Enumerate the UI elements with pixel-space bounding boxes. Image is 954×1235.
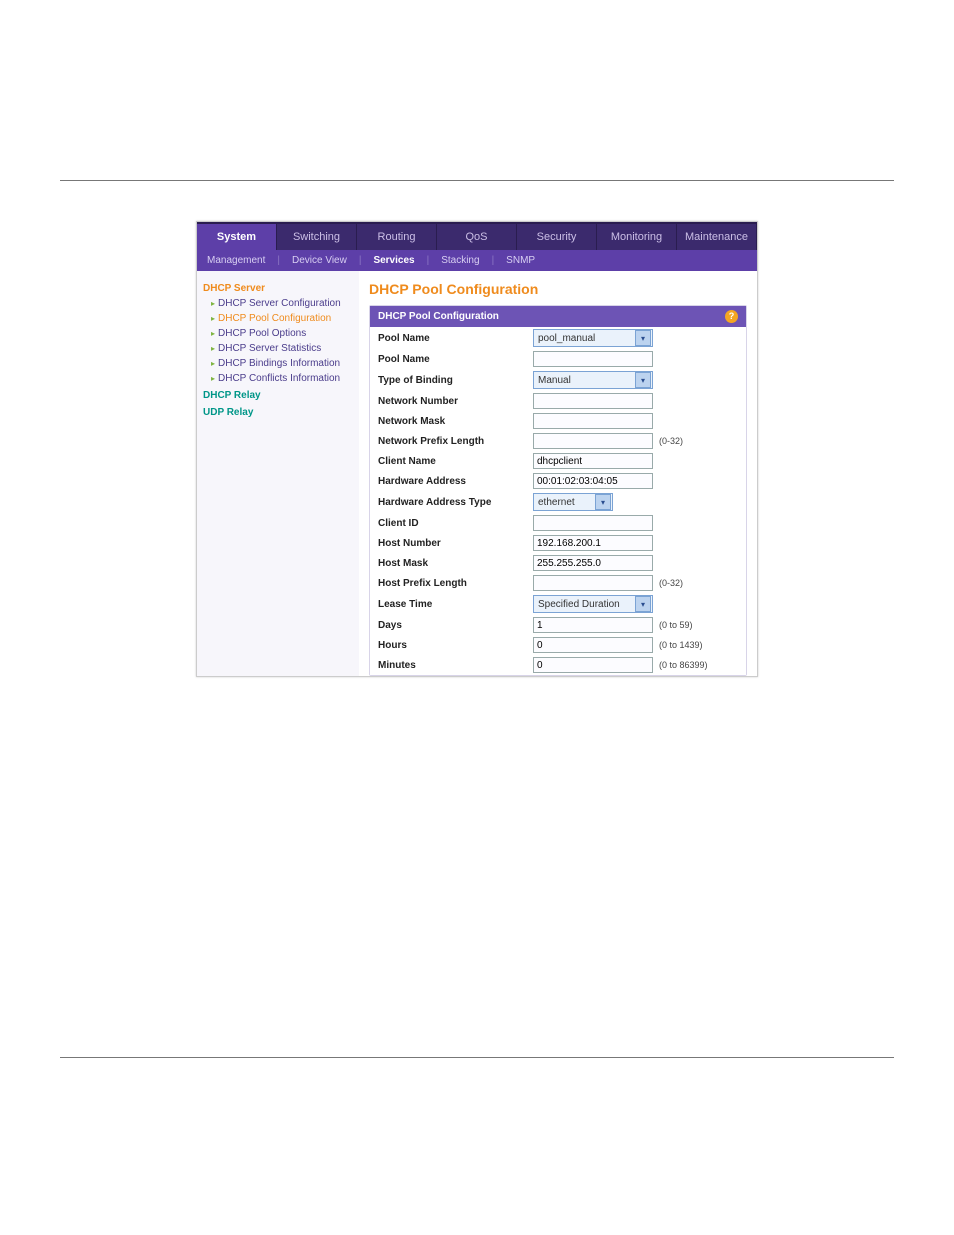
tab-maintenance[interactable]: Maintenance	[677, 222, 757, 250]
sidebar-item-dhcp-server-stats[interactable]: ▸DHCP Server Statistics	[203, 341, 353, 356]
label-network-number: Network Number	[378, 396, 533, 407]
host-number-input[interactable]	[533, 535, 653, 551]
chevron-down-icon: ▾	[635, 372, 651, 388]
chevron-right-icon: ▸	[211, 329, 215, 338]
sidebar-item-dhcp-server-config[interactable]: ▸DHCP Server Configuration	[203, 296, 353, 311]
label-client-name: Client Name	[378, 456, 533, 467]
hardware-address-input[interactable]	[533, 473, 653, 489]
minutes-input[interactable]	[533, 657, 653, 673]
chevron-right-icon: ▸	[211, 359, 215, 368]
label-lease-time: Lease Time	[378, 599, 533, 610]
sidebar-item-dhcp-pool-config[interactable]: ▸DHCP Pool Configuration	[203, 311, 353, 326]
label-host-number: Host Number	[378, 538, 533, 549]
client-name-input[interactable]	[533, 453, 653, 469]
label-host-mask: Host Mask	[378, 558, 533, 569]
chevron-down-icon: ▾	[595, 494, 611, 510]
host-prefix-input[interactable]	[533, 575, 653, 591]
label-host-prefix: Host Prefix Length	[378, 578, 533, 589]
chevron-down-icon: ▾	[635, 596, 651, 612]
panel-title: DHCP Pool Configuration	[378, 311, 499, 322]
sub-tabs: Management| Device View| Services| Stack…	[197, 250, 757, 271]
network-mask-input[interactable]	[533, 413, 653, 429]
page-title: DHCP Pool Configuration	[369, 281, 747, 297]
sidebar-section-udp-relay[interactable]: UDP Relay	[203, 405, 353, 420]
sidebar-item-dhcp-conflicts[interactable]: ▸DHCP Conflicts Information	[203, 371, 353, 386]
client-id-input[interactable]	[533, 515, 653, 531]
panel-header: DHCP Pool Configuration ?	[370, 306, 746, 327]
subtab-snmp[interactable]: SNMP	[506, 255, 535, 266]
hint-minutes: (0 to 86399)	[659, 660, 708, 670]
chevron-right-icon: ▸	[211, 314, 215, 323]
days-input[interactable]	[533, 617, 653, 633]
tab-security[interactable]: Security	[517, 222, 597, 250]
help-icon[interactable]: ?	[725, 310, 738, 323]
binding-type-select[interactable]: Manual▾	[533, 371, 653, 389]
hint-host-prefix: (0-32)	[659, 578, 683, 588]
sidebar-item-dhcp-pool-options[interactable]: ▸DHCP Pool Options	[203, 326, 353, 341]
tab-system[interactable]: System	[197, 222, 277, 250]
main-tabs: System Switching Routing QoS Security Mo…	[197, 222, 757, 250]
label-minutes: Minutes	[378, 660, 533, 671]
hint-network-prefix: (0-32)	[659, 436, 683, 446]
hint-days: (0 to 59)	[659, 620, 693, 630]
label-hardware-type: Hardware Address Type	[378, 497, 533, 508]
label-network-prefix: Network Prefix Length	[378, 436, 533, 447]
sidebar-section-dhcp-relay[interactable]: DHCP Relay	[203, 388, 353, 403]
hint-hours: (0 to 1439)	[659, 640, 703, 650]
main-content: DHCP Pool Configuration DHCP Pool Config…	[359, 271, 757, 676]
label-client-id: Client ID	[378, 518, 533, 529]
subtab-services[interactable]: Services	[373, 255, 414, 266]
sidebar-item-dhcp-bindings[interactable]: ▸DHCP Bindings Information	[203, 356, 353, 371]
label-hours: Hours	[378, 640, 533, 651]
network-number-input[interactable]	[533, 393, 653, 409]
tab-monitoring[interactable]: Monitoring	[597, 222, 677, 250]
hardware-type-select[interactable]: ethernet▾	[533, 493, 613, 511]
label-pool-name: Pool Name	[378, 354, 533, 365]
app-window: System Switching Routing QoS Security Mo…	[196, 221, 758, 677]
chevron-right-icon: ▸	[211, 299, 215, 308]
subtab-device-view[interactable]: Device View	[292, 255, 347, 266]
config-panel: DHCP Pool Configuration ? Pool Name pool…	[369, 305, 747, 676]
tab-routing[interactable]: Routing	[357, 222, 437, 250]
tab-switching[interactable]: Switching	[277, 222, 357, 250]
tab-qos[interactable]: QoS	[437, 222, 517, 250]
network-prefix-input[interactable]	[533, 433, 653, 449]
pool-name-input[interactable]	[533, 351, 653, 367]
chevron-right-icon: ▸	[211, 374, 215, 383]
label-days: Days	[378, 620, 533, 631]
subtab-management[interactable]: Management	[207, 255, 265, 266]
label-pool-select: Pool Name	[378, 333, 533, 344]
subtab-stacking[interactable]: Stacking	[441, 255, 479, 266]
label-hardware-address: Hardware Address	[378, 476, 533, 487]
lease-time-select[interactable]: Specified Duration▾	[533, 595, 653, 613]
chevron-down-icon: ▾	[635, 330, 651, 346]
sidebar-section-dhcp-server[interactable]: DHCP Server	[203, 281, 353, 296]
sidebar: DHCP Server ▸DHCP Server Configuration ▸…	[197, 271, 359, 676]
pool-name-select[interactable]: pool_manual▾	[533, 329, 653, 347]
hours-input[interactable]	[533, 637, 653, 653]
label-binding-type: Type of Binding	[378, 375, 533, 386]
label-network-mask: Network Mask	[378, 416, 533, 427]
host-mask-input[interactable]	[533, 555, 653, 571]
chevron-right-icon: ▸	[211, 344, 215, 353]
